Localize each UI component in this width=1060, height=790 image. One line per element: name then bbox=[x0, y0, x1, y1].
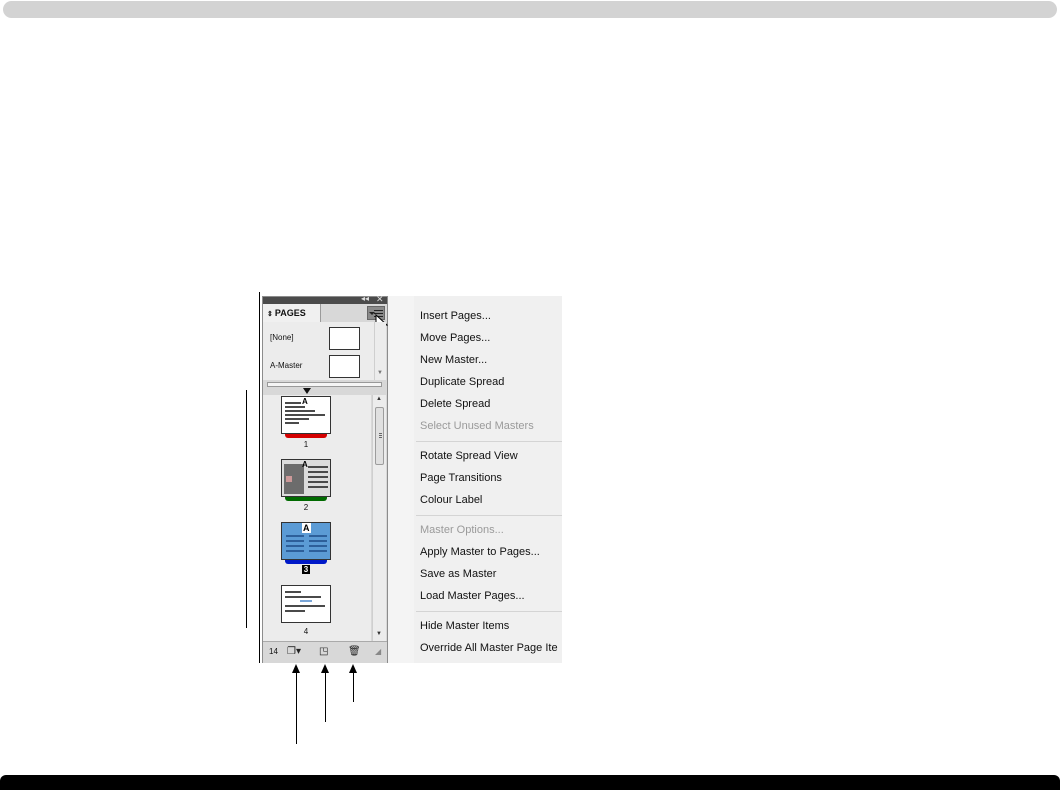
tab-pages[interactable]: ⇕ PAGES bbox=[263, 304, 321, 322]
menu-item-save-as-master[interactable]: Save as Master bbox=[420, 567, 496, 581]
menu-item-insert-pages[interactable]: Insert Pages... bbox=[420, 309, 491, 323]
close-icon[interactable]: ✕ bbox=[376, 294, 384, 304]
scroll-thumb[interactable] bbox=[375, 407, 384, 465]
callout-line-page-area bbox=[246, 390, 247, 628]
master-label: [None] bbox=[270, 333, 294, 342]
page-thumbnail[interactable] bbox=[281, 585, 331, 623]
page-thumbnail[interactable]: A bbox=[281, 396, 331, 434]
scroll-up-icon[interactable]: ▲ bbox=[376, 396, 382, 402]
menu-item-page-transitions[interactable]: Page Transitions bbox=[420, 471, 502, 485]
menu-separator bbox=[416, 441, 562, 442]
page-number: 1 bbox=[303, 440, 309, 449]
colour-label-bar bbox=[285, 497, 327, 501]
page-number-selected: 3 bbox=[301, 565, 311, 574]
panel-divider-handle[interactable] bbox=[267, 382, 382, 387]
callout-line-new-page-size bbox=[296, 672, 297, 744]
menu-separator bbox=[416, 515, 562, 516]
menu-item-master-options[interactable]: Master Options... bbox=[420, 523, 504, 537]
menu-item-delete-spread[interactable]: Delete Spread bbox=[420, 397, 490, 411]
menu-item-duplicate-spread[interactable]: Duplicate Spread bbox=[420, 375, 504, 389]
menu-item-load-master-pages[interactable]: Load Master Pages... bbox=[420, 589, 525, 603]
callout-arrowheads bbox=[292, 664, 357, 673]
panel-flyout-menu: Insert Pages... Move Pages... New Master… bbox=[388, 296, 562, 663]
master-label: A-Master bbox=[270, 361, 303, 370]
tab-arrows-icon: ⇕ bbox=[267, 311, 273, 318]
colour-label-bar bbox=[285, 434, 327, 438]
master-thumbnail[interactable] bbox=[329, 355, 360, 378]
menu-item-rotate-spread-view[interactable]: Rotate Spread View bbox=[420, 449, 518, 463]
panel-titlebar[interactable]: ◂◂ ✕ bbox=[263, 294, 387, 304]
page-count: 14 bbox=[269, 647, 278, 656]
scroll-down-icon[interactable]: ▼ bbox=[377, 370, 383, 376]
master-letter: A bbox=[302, 397, 308, 406]
create-new-page-icon[interactable]: ◳ bbox=[319, 646, 328, 658]
delete-page-icon[interactable]: 🗑 bbox=[348, 646, 361, 658]
master-letter: A bbox=[302, 460, 308, 469]
colour-label-bar bbox=[285, 560, 327, 564]
tab-pages-label: PAGES bbox=[274, 308, 306, 318]
callout-line-delete-page bbox=[353, 672, 354, 702]
new-page-size-icon[interactable]: ❐▾ bbox=[287, 646, 301, 658]
menu-item-override-all-master-page-items[interactable]: Override All Master Page Ite bbox=[420, 641, 558, 655]
menu-item-colour-label[interactable]: Colour Label bbox=[420, 493, 482, 507]
menu-item-apply-master-to-pages[interactable]: Apply Master to Pages... bbox=[420, 545, 540, 559]
menu-item-move-pages[interactable]: Move Pages... bbox=[420, 331, 490, 345]
page-number: 4 bbox=[303, 627, 309, 636]
top-decorative-bar bbox=[3, 1, 1057, 18]
callout-line-create-page bbox=[325, 672, 326, 722]
master-thumbnail[interactable] bbox=[329, 327, 360, 350]
resize-grip-icon[interactable]: ◢ bbox=[375, 646, 381, 658]
panel-footer: 14 ❐▾ ◳ 🗑 ◢ bbox=[263, 641, 387, 663]
pages-panel: ◂◂ ✕ ⇕ PAGES [None] A-Master ▼ A 1 A 2 A… bbox=[262, 294, 389, 663]
menu-separator bbox=[416, 611, 562, 612]
scroll-down-icon[interactable]: ▼ bbox=[376, 631, 382, 637]
callout-line-panel-top bbox=[259, 292, 260, 663]
masters-list: [None] A-Master bbox=[263, 322, 374, 380]
pages-scrollbar[interactable]: ▲ ▼ bbox=[372, 395, 386, 641]
menu-item-select-unused-masters[interactable]: Select Unused Masters bbox=[420, 419, 534, 433]
master-item-none[interactable]: [None] bbox=[263, 324, 374, 350]
page-thumbnail[interactable]: A bbox=[281, 459, 331, 497]
collapse-panel-icon[interactable]: ◂◂ bbox=[361, 294, 369, 304]
menu-item-new-master[interactable]: New Master... bbox=[420, 353, 487, 367]
spread-marker-icon bbox=[303, 388, 311, 394]
master-letter: A bbox=[302, 523, 311, 533]
masters-scrollbar[interactable]: ▼ bbox=[374, 322, 386, 380]
bottom-decorative-bar bbox=[0, 775, 1060, 790]
menu-item-hide-master-items[interactable]: Hide Master Items bbox=[420, 619, 509, 633]
page-thumbnail[interactable]: A bbox=[281, 522, 331, 560]
master-item-a-master[interactable]: A-Master bbox=[263, 352, 374, 378]
page-number: 2 bbox=[303, 503, 309, 512]
pages-list: A 1 A 2 A 3 4 bbox=[263, 395, 371, 641]
